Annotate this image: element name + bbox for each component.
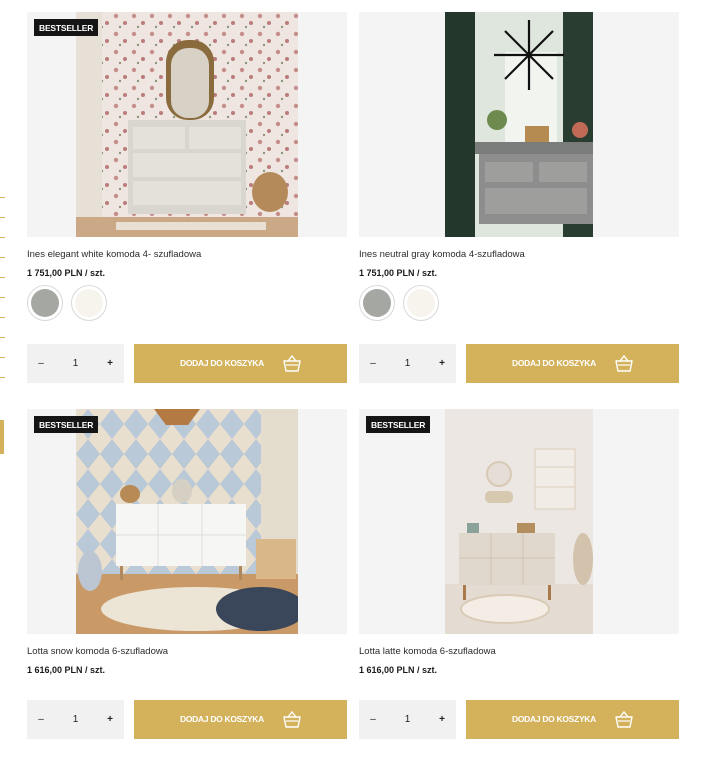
increase-button[interactable]: +: [428, 344, 456, 383]
product-image[interactable]: BESTSELLER: [27, 409, 347, 634]
add-to-cart-label: DODAJ DO KOSZYKA: [512, 358, 596, 368]
product-title[interactable]: Lotta latte komoda 6-szufladowa: [359, 646, 496, 657]
basket-icon: [283, 354, 301, 372]
add-to-cart-button[interactable]: DODAJ DO KOSZYKA: [466, 344, 679, 383]
quantity-stepper: – 1 +: [359, 344, 456, 383]
decrease-button[interactable]: –: [27, 700, 55, 739]
decrease-button[interactable]: –: [27, 344, 55, 383]
add-to-cart-button[interactable]: DODAJ DO KOSZYKA: [134, 700, 347, 739]
quantity-stepper: – 1 +: [27, 344, 124, 383]
decrease-button[interactable]: –: [359, 700, 387, 739]
product-title[interactable]: Lotta snow komoda 6-szufladowa: [27, 646, 168, 657]
product-image[interactable]: BESTSELLER: [359, 409, 679, 634]
color-swatch-gray[interactable]: [359, 285, 395, 321]
quantity-value[interactable]: 1: [55, 344, 96, 383]
product-price: 1 616,00 PLN / szt.: [27, 665, 106, 675]
increase-button[interactable]: +: [96, 344, 124, 383]
product-photo: [445, 409, 593, 634]
product-price: 1 616,00 PLN / szt.: [359, 665, 438, 675]
add-to-cart-button[interactable]: DODAJ DO KOSZYKA: [134, 344, 347, 383]
swatch-fill: [363, 289, 391, 317]
swatch-fill: [31, 289, 59, 317]
increase-button[interactable]: +: [96, 700, 124, 739]
add-to-cart-label: DODAJ DO KOSZYKA: [180, 714, 264, 724]
increase-button[interactable]: +: [428, 700, 456, 739]
product-price: 1 751,00 PLN / szt.: [27, 268, 106, 278]
product-photo: [445, 12, 593, 237]
color-swatch-gray[interactable]: [27, 285, 63, 321]
quantity-value[interactable]: 1: [55, 700, 96, 739]
bestseller-badge: BESTSELLER: [34, 19, 99, 36]
add-to-cart-button[interactable]: DODAJ DO KOSZYKA: [466, 700, 679, 739]
product-photo: [76, 409, 298, 634]
product-image[interactable]: BESTSELLER: [27, 12, 347, 237]
product-title[interactable]: Ines neutral gray komoda 4-szufladowa: [359, 249, 525, 260]
quantity-value[interactable]: 1: [387, 700, 428, 739]
product-image[interactable]: [359, 12, 679, 237]
quantity-stepper: – 1 +: [359, 700, 456, 739]
quantity-stepper: – 1 +: [27, 700, 124, 739]
side-active-marker[interactable]: [0, 420, 4, 454]
bestseller-badge: BESTSELLER: [34, 416, 99, 433]
add-to-cart-label: DODAJ DO KOSZYKA: [512, 714, 596, 724]
basket-icon: [283, 710, 301, 728]
bestseller-badge: BESTSELLER: [366, 416, 431, 433]
product-price: 1 751,00 PLN / szt.: [359, 268, 438, 278]
product-title[interactable]: Ines elegant white komoda 4- szufladowa: [27, 249, 201, 260]
color-swatch-white[interactable]: [403, 285, 439, 321]
color-swatch-white[interactable]: [71, 285, 107, 321]
swatch-fill: [75, 289, 103, 317]
decrease-button[interactable]: –: [359, 344, 387, 383]
basket-icon: [615, 354, 633, 372]
swatch-fill: [407, 289, 435, 317]
basket-icon: [615, 710, 633, 728]
add-to-cart-label: DODAJ DO KOSZYKA: [180, 358, 264, 368]
quantity-value[interactable]: 1: [387, 344, 428, 383]
product-photo: [76, 12, 298, 237]
